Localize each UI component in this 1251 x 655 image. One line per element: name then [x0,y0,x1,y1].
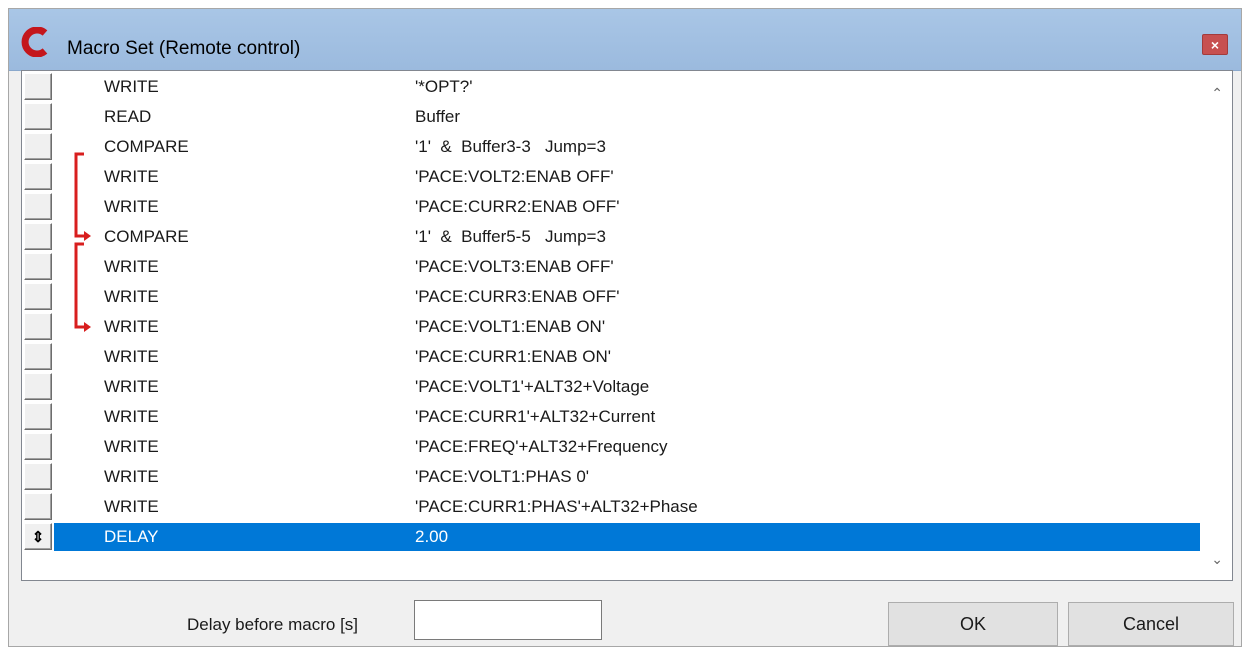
window-title: Macro Set (Remote control) [67,38,301,59]
row-select-button[interactable] [24,313,52,340]
macro-row[interactable]: WRITE 'PACE:CURR1:PHAS'+ALT32+Phase [22,492,1202,522]
row-command: WRITE [104,497,159,516]
app-logo-icon [21,27,48,57]
row-command: WRITE [104,257,159,276]
macro-list[interactable]: WRITE '*OPT?' READ Buffer COMPARE '1' & Buffe… [21,70,1233,581]
row-command: READ [104,107,152,126]
row-command: WRITE [104,407,159,426]
macro-row[interactable]: WRITE 'PACE:VOLT3:ENAB OFF' [22,252,1202,282]
scroll-up-icon[interactable]: ⌃ [1211,85,1223,102]
row-argument: 'PACE:CURR2:ENAB OFF' [415,197,620,216]
row-argument: 'PACE:VOLT1'+ALT32+Voltage [415,377,650,396]
row-argument: 'PACE:VOLT1:ENAB ON' [415,317,606,336]
macro-row[interactable]: WRITE 'PACE:CURR1:ENAB ON' [22,342,1202,372]
row-move-handle[interactable]: ⇕ [24,523,52,550]
row-argument: 2.00 [415,527,449,546]
row-command: WRITE [104,317,159,336]
scroll-down-icon[interactable]: ⌄ [1211,551,1223,568]
row-argument: 'PACE:CURR1'+ALT32+Current [415,407,656,426]
macro-row[interactable]: WRITE 'PACE:VOLT1'+ALT32+Voltage [22,372,1202,402]
row-select-button[interactable] [24,463,52,490]
row-command: DELAY [104,527,159,546]
row-select-button[interactable] [24,283,52,310]
row-command: WRITE [104,287,159,306]
row-argument: 'PACE:VOLT2:ENAB OFF' [415,167,614,186]
row-argument: 'PACE:CURR1:ENAB ON' [415,347,612,366]
row-argument: '1' & Buffer3-3 Jump=3 [415,137,606,156]
row-select-button[interactable] [24,253,52,280]
macro-row[interactable]: COMPARE '1' & Buffer5-5 Jump=3 [22,222,1202,252]
row-select-button[interactable] [24,103,52,130]
row-argument: '*OPT?' [415,77,473,96]
row-command: COMPARE [104,227,189,246]
row-select-button[interactable] [24,73,52,100]
close-button[interactable]: × [1202,34,1228,55]
row-select-button[interactable] [24,373,52,400]
macro-row[interactable]: WRITE 'PACE:CURR1'+ALT32+Current [22,402,1202,432]
macro-set-dialog: Macro Set (Remote control) × WRITE '*OPT?… [8,8,1242,647]
row-command: WRITE [104,467,159,486]
row-select-button[interactable] [24,223,52,250]
row-command: COMPARE [104,137,189,156]
row-select-button[interactable] [24,193,52,220]
row-command: WRITE [104,377,159,396]
macro-row[interactable]: WRITE 'PACE:FREQ'+ALT32+Frequency [22,432,1202,462]
macro-row[interactable]: WRITE 'PACE:VOLT2:ENAB OFF' [22,162,1202,192]
row-select-button[interactable] [24,493,52,520]
row-select-button[interactable] [24,163,52,190]
macro-row[interactable]: WRITE 'PACE:VOLT1:PHAS 0' [22,462,1202,492]
macro-row[interactable]: WRITE 'PACE:CURR3:ENAB OFF' [22,282,1202,312]
macro-row[interactable]: COMPARE '1' & Buffer3-3 Jump=3 [22,132,1202,162]
row-select-button[interactable] [24,133,52,160]
row-command: WRITE [104,167,159,186]
row-command: WRITE [104,437,159,456]
row-command: WRITE [104,77,159,96]
row-command: WRITE [104,197,159,216]
row-selection-highlight [54,523,1200,551]
row-select-button[interactable] [24,343,52,370]
title-bar[interactable]: Macro Set (Remote control) × [9,9,1241,71]
macro-row[interactable]: WRITE 'PACE:VOLT1:ENAB ON' [22,312,1202,342]
delay-before-macro-input[interactable] [414,600,602,640]
macro-row[interactable]: READ Buffer [22,102,1202,132]
row-argument: '1' & Buffer5-5 Jump=3 [415,227,606,246]
row-select-button[interactable] [24,433,52,460]
macro-row[interactable]: WRITE 'PACE:CURR2:ENAB OFF' [22,192,1202,222]
delay-before-macro-label: Delay before macro [s] [187,615,359,634]
cancel-button[interactable]: Cancel [1068,602,1234,646]
ok-button[interactable]: OK [888,602,1058,646]
row-argument: 'PACE:FREQ'+ALT32+Frequency [415,437,668,456]
macro-row[interactable]: ⇕ DELAY 2.00 [22,522,1202,552]
row-argument: 'PACE:VOLT1:PHAS 0' [415,467,590,486]
row-command: WRITE [104,347,159,366]
row-select-button[interactable] [24,403,52,430]
row-argument: 'PACE:CURR1:PHAS'+ALT32+Phase [415,497,698,516]
row-argument: Buffer [415,107,461,126]
row-argument: 'PACE:VOLT3:ENAB OFF' [415,257,614,276]
row-argument: 'PACE:CURR3:ENAB OFF' [415,287,620,306]
macro-row[interactable]: WRITE '*OPT?' [22,72,1202,102]
